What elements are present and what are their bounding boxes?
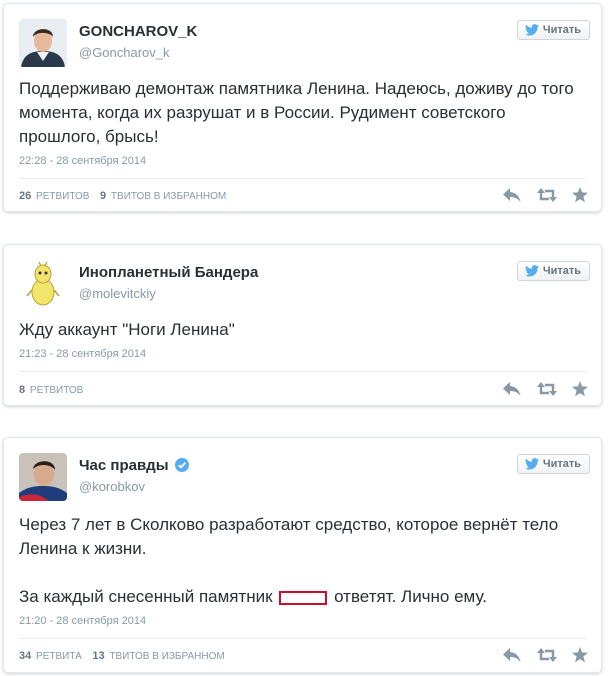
avatar[interactable]: [19, 19, 67, 67]
follow-label: Читать: [542, 265, 581, 277]
retweet-count[interactable]: 26: [19, 190, 31, 202]
tweet-actions: [503, 187, 589, 203]
favorite-icon[interactable]: [571, 187, 589, 203]
retweet-icon[interactable]: [537, 647, 555, 663]
tweet-text-part: За каждый снесенный памятник: [19, 587, 273, 606]
avatar[interactable]: [19, 453, 67, 501]
tweet-stats: 8 ретвитов: [19, 384, 83, 396]
reply-icon[interactable]: [503, 647, 521, 663]
reply-icon[interactable]: [503, 187, 521, 203]
retweet-count[interactable]: 34: [19, 650, 31, 662]
divider: [19, 178, 586, 179]
retweet-label: ретвита: [36, 651, 82, 662]
favorite-icon[interactable]: [571, 381, 589, 397]
author-name-text: Час правды: [79, 457, 169, 474]
twitter-bird-icon: [525, 265, 539, 277]
follow-button[interactable]: Читать: [516, 20, 590, 40]
tweet-text: Поддерживаю демонтаж памятника Ленина. Н…: [19, 79, 574, 146]
tweet-card: Инопланетный Бандера @molevitckiy Читать…: [3, 244, 602, 406]
divider: [19, 638, 586, 639]
tweet-stats: 34 ретвита 13 твитов в избранном: [19, 650, 225, 662]
tweet-text-line: За каждый снесенный памятник ответят. Ли…: [19, 585, 586, 609]
retweet-label: ретвитов: [29, 385, 84, 396]
tweet-actions: [503, 647, 589, 663]
favorite-label: твитов в избранном: [109, 651, 225, 662]
favorite-label: твитов в избранном: [110, 191, 227, 202]
tweet-text-line: Через 7 лет в Сколково разработают средс…: [19, 515, 559, 558]
author-handle[interactable]: @korobkov: [79, 479, 145, 494]
tweet-text: Через 7 лет в Сколково разработают средс…: [19, 513, 586, 609]
tweet-text: Жду аккаунт "Ноги Ленина": [19, 320, 235, 339]
favorite-icon[interactable]: [571, 647, 589, 663]
retweet-count[interactable]: 8: [19, 384, 25, 396]
tweet-stats: 26 ретвитов 9 твитов в избранном: [19, 190, 226, 202]
follow-button[interactable]: Читать: [516, 261, 590, 281]
author-handle[interactable]: @Goncharov_k: [79, 45, 170, 60]
twitter-bird-icon: [525, 458, 539, 470]
tweet-timestamp[interactable]: 22:28 - 28 сентября 2014: [19, 155, 146, 167]
divider: [19, 371, 586, 372]
tweet-actions: [503, 381, 589, 397]
retweet-icon[interactable]: [537, 187, 555, 203]
author-handle[interactable]: @molevitckiy: [79, 286, 156, 301]
author-name[interactable]: Инопланетный Бандера: [79, 264, 258, 281]
tweet-timestamp[interactable]: 21:20 - 28 сентября 2014: [19, 615, 146, 627]
author-name[interactable]: GONCHAROV_K: [79, 23, 197, 40]
retweet-label: ретвитов: [36, 191, 90, 202]
follow-button[interactable]: Читать: [516, 454, 590, 474]
tweet-card: GONCHAROV_K @Goncharov_k Читать Поддержи…: [3, 3, 602, 212]
author-name[interactable]: Час правды: [79, 457, 189, 474]
retweet-icon[interactable]: [537, 381, 555, 397]
avatar[interactable]: [19, 260, 67, 308]
reply-icon[interactable]: [503, 381, 521, 397]
follow-label: Читать: [542, 458, 581, 470]
censored-box: [279, 590, 328, 605]
tweet-timestamp[interactable]: 21:23 - 28 сентября 2014: [19, 348, 146, 360]
verified-badge-icon: [174, 458, 189, 472]
twitter-bird-icon: [525, 24, 539, 36]
favorite-count[interactable]: 13: [92, 650, 104, 662]
follow-label: Читать: [542, 24, 581, 36]
favorite-count[interactable]: 9: [100, 190, 106, 202]
tweet-card: Час правды @korobkov Читать Через 7 лет …: [3, 437, 602, 673]
tweet-text-part: ответят. Лично ему.: [334, 587, 487, 606]
